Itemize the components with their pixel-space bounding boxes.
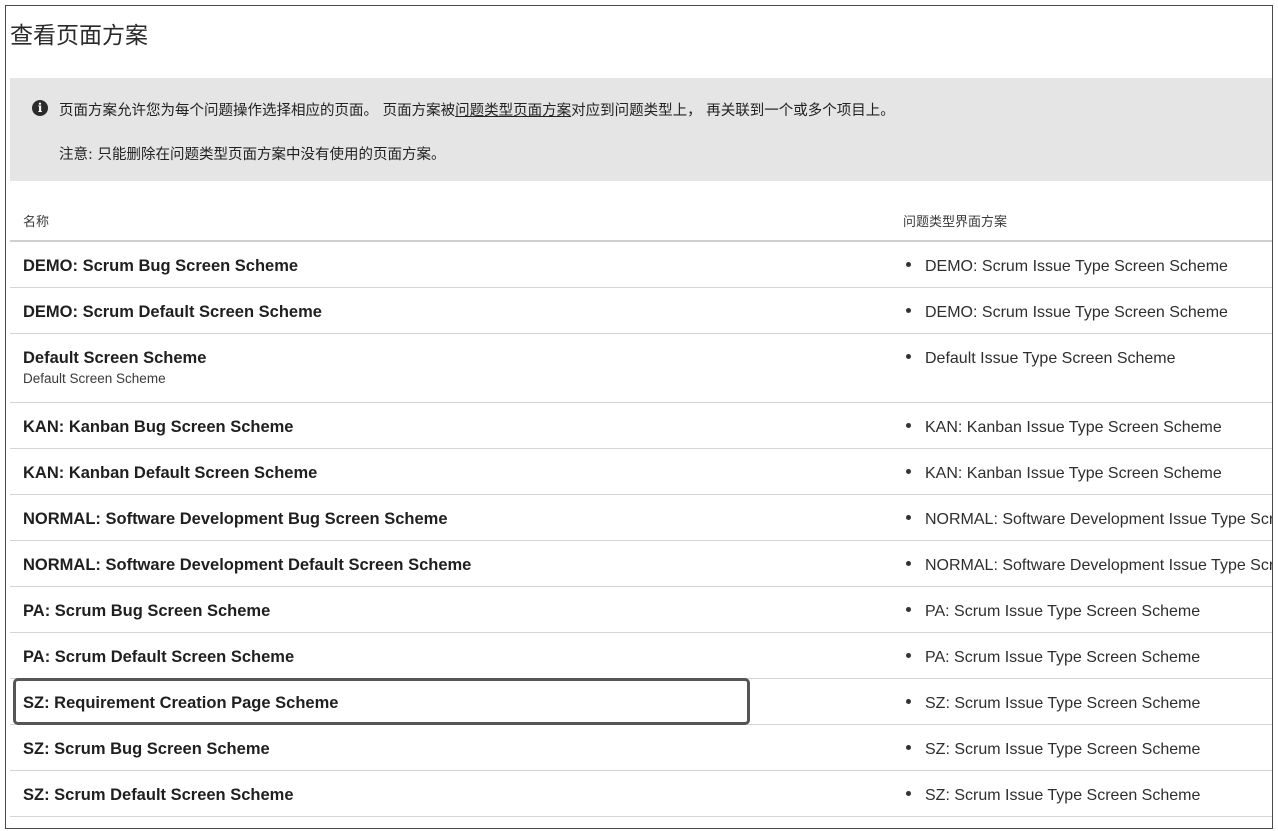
issue-type-screen-scheme-link[interactable]: DEMO: Scrum Issue Type Screen Scheme bbox=[925, 258, 1228, 275]
screen-scheme-name[interactable]: KAN: Kanban Bug Screen Scheme bbox=[23, 418, 293, 436]
table-row: SZ: Requirement Creation Page Scheme SZ:… bbox=[10, 678, 1272, 725]
issue-type-scheme-cell: NORMAL: Software Development Issue Type … bbox=[906, 509, 1272, 529]
name-cell: NORMAL: Software Development Default Scr… bbox=[23, 555, 471, 575]
issue-type-scheme-cell: Default Issue Type Screen Scheme bbox=[906, 348, 1272, 368]
issue-type-scheme-cell: PA: Scrum Issue Type Screen Scheme bbox=[906, 647, 1272, 667]
bullet-icon bbox=[906, 308, 911, 313]
screen-scheme-name[interactable]: SZ: Scrum Default Screen Scheme bbox=[23, 786, 294, 804]
name-cell: SZ: Requirement Creation Page Scheme bbox=[23, 693, 338, 713]
issue-type-scheme-cell: KAN: Kanban Issue Type Screen Scheme bbox=[906, 417, 1272, 437]
screen-scheme-name[interactable]: KAN: Kanban Default Screen Scheme bbox=[23, 464, 317, 482]
issue-type-scheme-cell: SZ: Scrum Issue Type Screen Scheme bbox=[906, 785, 1272, 805]
issue-type-screen-scheme-link[interactable]: PA: Scrum Issue Type Screen Scheme bbox=[925, 603, 1200, 620]
issue-type-screen-scheme-link[interactable]: SZ: Scrum Issue Type Screen Scheme bbox=[925, 695, 1200, 712]
table-row: PA: Scrum Default Screen Scheme PA: Scru… bbox=[10, 633, 1272, 679]
name-cell: DEMO: Scrum Default Screen Scheme bbox=[23, 302, 322, 322]
bullet-icon bbox=[906, 699, 911, 704]
page-title: 查看页面方案 bbox=[10, 23, 148, 49]
info-icon: i bbox=[32, 100, 48, 116]
issue-type-scheme-cell: SZ: Scrum Issue Type Screen Scheme bbox=[906, 693, 1272, 713]
table-row: SZ: Scrum Bug Screen Scheme SZ: Scrum Is… bbox=[10, 725, 1272, 771]
name-cell: NORMAL: Software Development Bug Screen … bbox=[23, 509, 448, 529]
name-cell: SZ: Scrum Default Screen Scheme bbox=[23, 785, 294, 805]
issue-type-scheme-cell: DEMO: Scrum Issue Type Screen Scheme bbox=[906, 302, 1272, 322]
table-row: DEMO: Scrum Default Screen Scheme DEMO: … bbox=[10, 288, 1272, 334]
bullet-icon bbox=[906, 262, 911, 267]
issue-type-screen-scheme-link[interactable]: SZ: Scrum Issue Type Screen Scheme bbox=[925, 741, 1200, 758]
table-row: NORMAL: Software Development Bug Screen … bbox=[10, 495, 1272, 541]
issue-type-screen-scheme-link[interactable]: DEMO: Scrum Issue Type Screen Scheme bbox=[925, 304, 1228, 321]
screen-scheme-name[interactable]: PA: Scrum Default Screen Scheme bbox=[23, 648, 294, 666]
bullet-icon bbox=[906, 354, 911, 359]
name-cell: KAN: Kanban Default Screen Scheme bbox=[23, 463, 317, 483]
table-header: 名称 问题类型界面方案 bbox=[10, 193, 1272, 242]
table-row: KAN: Kanban Default Screen Scheme KAN: K… bbox=[10, 449, 1272, 495]
table-row: DEMO: Scrum Bug Screen Scheme DEMO: Scru… bbox=[10, 242, 1272, 288]
screen-scheme-description: Default Screen Scheme bbox=[23, 371, 166, 386]
screen-schemes-table: 名称 问题类型界面方案 DEMO: Scrum Bug Screen Schem… bbox=[10, 193, 1272, 817]
screen-scheme-name[interactable]: DEMO: Scrum Bug Screen Scheme bbox=[23, 257, 298, 275]
name-cell: PA: Scrum Bug Screen Scheme bbox=[23, 601, 270, 621]
info-text-part: 对应到问题类型上， 再关联到一个或多个项目上。 bbox=[571, 103, 895, 119]
screen-scheme-name[interactable]: PA: Scrum Bug Screen Scheme bbox=[23, 602, 270, 620]
screen-scheme-name[interactable]: DEMO: Scrum Default Screen Scheme bbox=[23, 303, 322, 321]
issue-type-scheme-cell: NORMAL: Software Development Issue Type … bbox=[906, 555, 1272, 575]
page-frame: 查看页面方案 i 页面方案允许您为每个问题操作选择相应的页面。 页面方案被问题类… bbox=[5, 5, 1273, 829]
name-cell: KAN: Kanban Bug Screen Scheme bbox=[23, 417, 293, 437]
issue-type-screen-scheme-link[interactable]: NORMAL: Software Development Issue Type … bbox=[925, 557, 1272, 574]
bullet-icon bbox=[906, 607, 911, 612]
info-text-line-2: 注意: 只能删除在问题类型页面方案中没有使用的页面方案。 bbox=[59, 147, 446, 163]
table-row: SZ: Scrum Default Screen Scheme SZ: Scru… bbox=[10, 771, 1272, 817]
issue-type-screen-scheme-link[interactable]: SZ: Scrum Issue Type Screen Scheme bbox=[925, 787, 1200, 804]
issue-type-scheme-cell: KAN: Kanban Issue Type Screen Scheme bbox=[906, 463, 1272, 483]
name-cell: PA: Scrum Default Screen Scheme bbox=[23, 647, 294, 667]
table-row: PA: Scrum Bug Screen Scheme PA: Scrum Is… bbox=[10, 587, 1272, 633]
bullet-icon bbox=[906, 469, 911, 474]
issue-type-scheme-cell: PA: Scrum Issue Type Screen Scheme bbox=[906, 601, 1272, 621]
info-text-part: 页面方案允许您为每个问题操作选择相应的页面。 页面方案被 bbox=[59, 103, 456, 119]
bullet-icon bbox=[906, 515, 911, 520]
name-cell: Default Screen Scheme Default Screen Sch… bbox=[23, 348, 206, 386]
issue-type-screen-scheme-link[interactable]: 问题类型页面方案 bbox=[455, 103, 571, 119]
screen-scheme-name[interactable]: SZ: Requirement Creation Page Scheme bbox=[23, 694, 338, 712]
screen-scheme-name[interactable]: NORMAL: Software Development Bug Screen … bbox=[23, 510, 448, 528]
name-cell: SZ: Scrum Bug Screen Scheme bbox=[23, 739, 270, 759]
screen-scheme-name[interactable]: Default Screen Scheme bbox=[23, 349, 206, 367]
bullet-icon bbox=[906, 791, 911, 796]
bullet-icon bbox=[906, 423, 911, 428]
issue-type-screen-scheme-link[interactable]: PA: Scrum Issue Type Screen Scheme bbox=[925, 649, 1200, 666]
table-row: Default Screen Scheme Default Screen Sch… bbox=[10, 334, 1272, 403]
table-row: KAN: Kanban Bug Screen Scheme KAN: Kanba… bbox=[10, 403, 1272, 449]
bullet-icon bbox=[906, 745, 911, 750]
issue-type-scheme-cell: DEMO: Scrum Issue Type Screen Scheme bbox=[906, 256, 1272, 276]
name-cell: DEMO: Scrum Bug Screen Scheme bbox=[23, 256, 298, 276]
bullet-icon bbox=[906, 561, 911, 566]
issue-type-screen-scheme-link[interactable]: Default Issue Type Screen Scheme bbox=[925, 350, 1176, 367]
column-header-name: 名称 bbox=[23, 215, 50, 230]
issue-type-screen-scheme-link[interactable]: KAN: Kanban Issue Type Screen Scheme bbox=[925, 419, 1222, 436]
bullet-icon bbox=[906, 653, 911, 658]
info-message: i 页面方案允许您为每个问题操作选择相应的页面。 页面方案被问题类型页面方案对应… bbox=[10, 78, 1272, 181]
table-row: NORMAL: Software Development Default Scr… bbox=[10, 541, 1272, 587]
issue-type-screen-scheme-link[interactable]: NORMAL: Software Development Issue Type … bbox=[925, 511, 1272, 528]
screen-scheme-name[interactable]: NORMAL: Software Development Default Scr… bbox=[23, 556, 471, 574]
issue-type-screen-scheme-link[interactable]: KAN: Kanban Issue Type Screen Scheme bbox=[925, 465, 1222, 482]
screen-scheme-name[interactable]: SZ: Scrum Bug Screen Scheme bbox=[23, 740, 270, 758]
column-header-issue-type-screen-scheme: 问题类型界面方案 bbox=[903, 215, 1008, 230]
info-text-line-1: 页面方案允许您为每个问题操作选择相应的页面。 页面方案被问题类型页面方案对应到问… bbox=[59, 99, 895, 120]
issue-type-scheme-cell: SZ: Scrum Issue Type Screen Scheme bbox=[906, 739, 1272, 759]
